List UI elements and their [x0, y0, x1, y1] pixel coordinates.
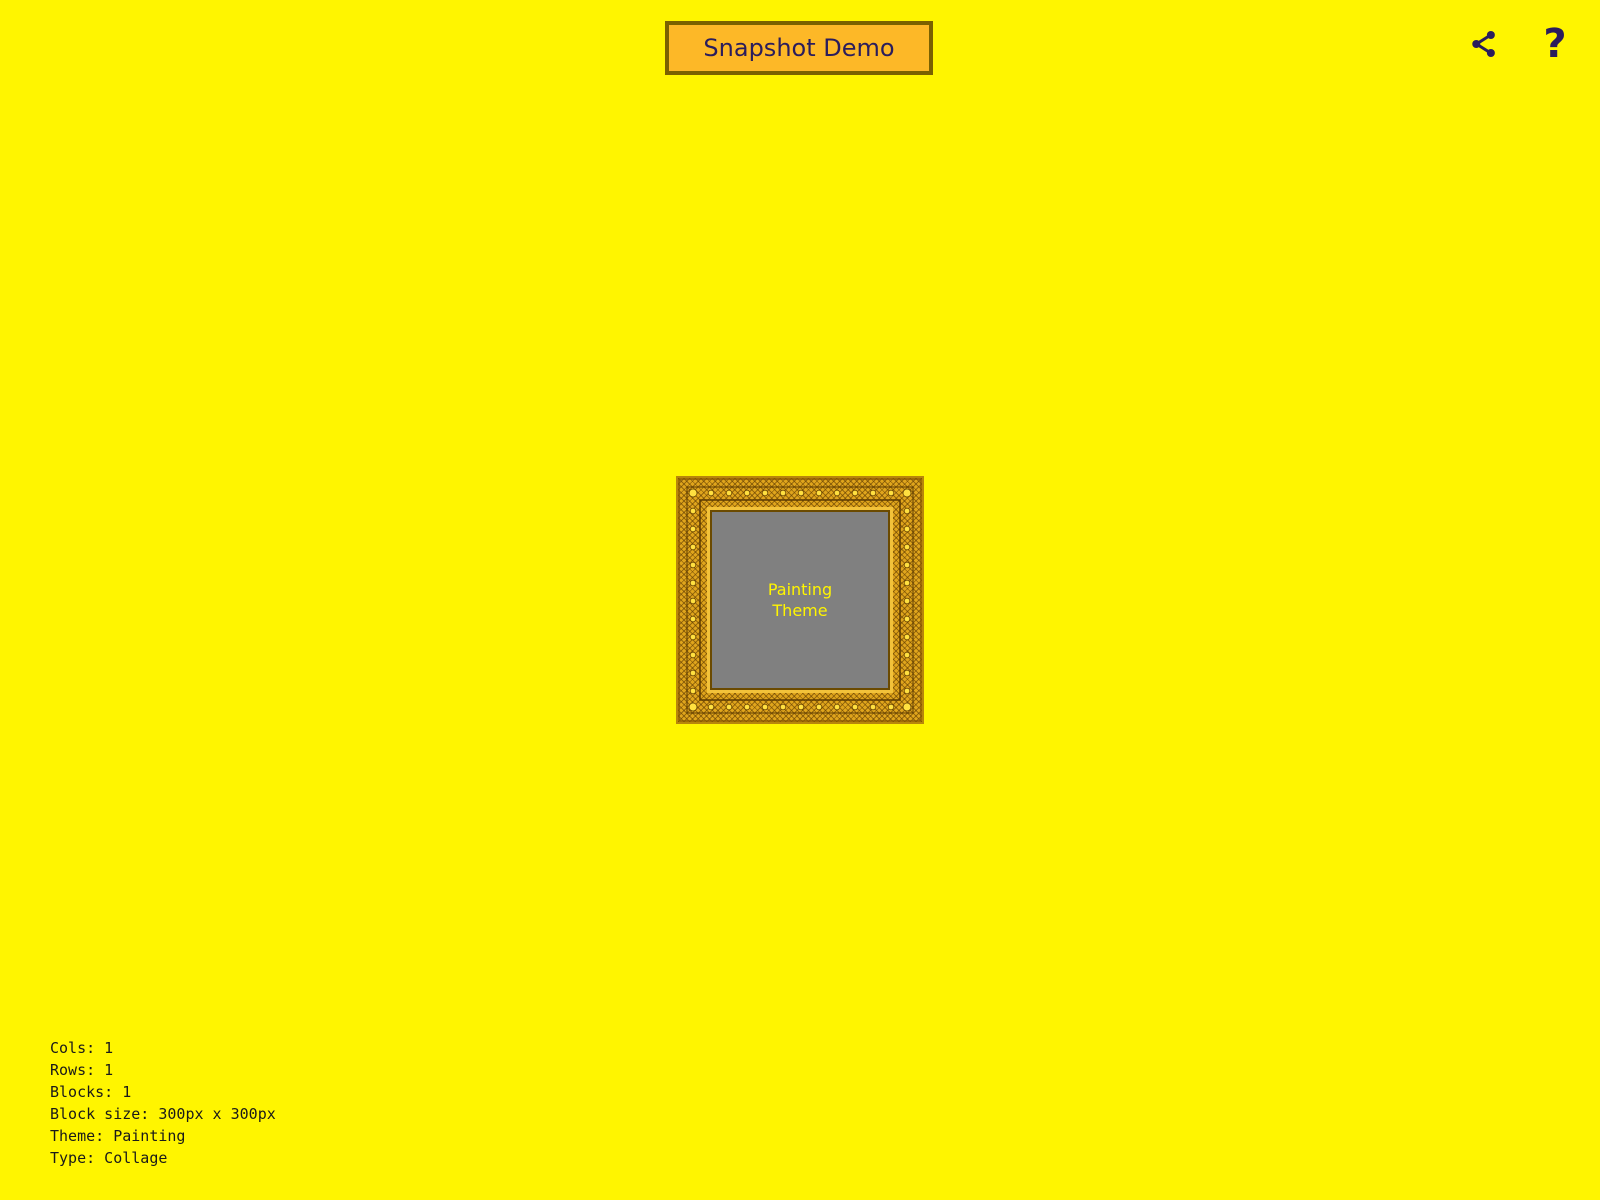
frame-bead: [903, 507, 911, 515]
frame-bead: [815, 703, 823, 711]
frame-bead: [903, 525, 911, 533]
frame-bead: [689, 561, 697, 569]
frame-bead: [902, 488, 912, 498]
help-glyph: ?: [1543, 21, 1567, 67]
frame-bead: [743, 489, 751, 497]
frame-bead: [903, 669, 911, 677]
frame-bead: [688, 488, 698, 498]
frame-bead: [903, 651, 911, 659]
info-panel: Cols: 1 Rows: 1 Blocks: 1 Block size: 30…: [50, 1037, 276, 1169]
canvas-label-line2: Theme: [772, 601, 828, 620]
frame-bead: [707, 703, 715, 711]
frame-bead: [815, 489, 823, 497]
app-stage: Snapshot Demo ? Painting Theme Cols: 1 R…: [0, 0, 1600, 1200]
info-type: Type: Collage: [50, 1149, 168, 1167]
frame-bead: [903, 543, 911, 551]
snapshot-demo-button[interactable]: Snapshot Demo: [665, 21, 933, 75]
frame-bead: [903, 687, 911, 695]
frame-bead: [689, 651, 697, 659]
frame-bead: [887, 703, 895, 711]
frame-bead: [903, 615, 911, 623]
frame-bead: [689, 597, 697, 605]
frame-bead: [779, 489, 787, 497]
frame-bead: [903, 561, 911, 569]
frame-bead: [851, 489, 859, 497]
canvas-label-line1: Painting: [767, 580, 833, 599]
frame-bead: [797, 703, 805, 711]
frame-bead: [689, 687, 697, 695]
frame-bead: [851, 703, 859, 711]
frame-bead: [869, 703, 877, 711]
frame-bead: [688, 702, 698, 712]
info-rows: Rows: 1: [50, 1061, 114, 1079]
frame-bead: [902, 702, 912, 712]
title-button-label: Snapshot Demo: [703, 34, 895, 62]
painting-canvas: Painting Theme: [707, 507, 893, 693]
help-icon[interactable]: ?: [1533, 21, 1577, 67]
frame-bead: [689, 633, 697, 641]
frame-bead: [707, 489, 715, 497]
info-block-size: Block size: 300px x 300px: [50, 1105, 276, 1123]
frame-bead: [743, 703, 751, 711]
info-blocks: Blocks: 1: [50, 1083, 132, 1101]
frame-bead: [761, 703, 769, 711]
frame-bead: [725, 489, 733, 497]
share-icon[interactable]: [1462, 22, 1506, 66]
painting-frame[interactable]: Painting Theme: [676, 476, 924, 724]
info-theme: Theme: Painting: [50, 1127, 186, 1145]
frame-bead: [689, 579, 697, 587]
frame-bead: [833, 703, 841, 711]
frame-bead: [689, 507, 697, 515]
info-cols: Cols: 1: [50, 1039, 114, 1057]
frame-bead: [903, 579, 911, 587]
frame-bead: [689, 615, 697, 623]
frame-bead: [869, 489, 877, 497]
frame-bead: [689, 525, 697, 533]
frame-bead: [797, 489, 805, 497]
frame-bead: [779, 703, 787, 711]
frame-bead: [903, 597, 911, 605]
frame-bead: [903, 633, 911, 641]
frame-bead: [689, 669, 697, 677]
frame-bead: [887, 489, 895, 497]
frame-bead: [761, 489, 769, 497]
frame-bead: [833, 489, 841, 497]
frame-bead: [689, 543, 697, 551]
frame-bead: [725, 703, 733, 711]
share-glyph: [1472, 31, 1495, 57]
